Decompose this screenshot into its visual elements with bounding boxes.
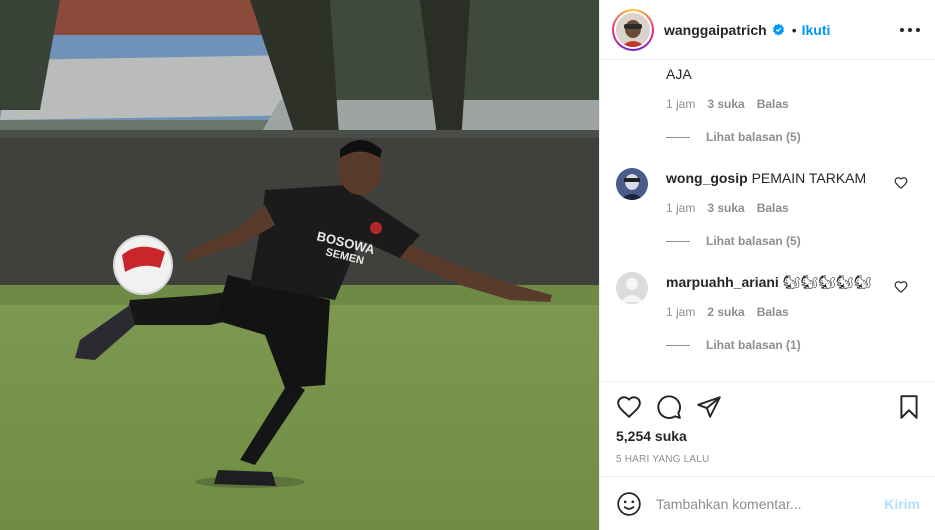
- comment-time[interactable]: 1 jam: [666, 201, 695, 215]
- comment-likes[interactable]: 3 suka: [707, 97, 744, 111]
- replies-divider: [666, 136, 690, 138]
- add-comment-bar: Kirim: [600, 476, 935, 530]
- comment-avatar[interactable]: [616, 168, 648, 200]
- header-separator: •: [791, 21, 797, 38]
- profile-person-icon: [616, 12, 650, 47]
- reply-button[interactable]: Balas: [757, 97, 789, 111]
- post-comment-button[interactable]: Kirim: [884, 496, 920, 512]
- comment-meta: 1 jam 2 suka Balas: [666, 305, 789, 319]
- view-replies-button[interactable]: Lihat balasan (5): [666, 234, 801, 248]
- more-options-icon[interactable]: [900, 20, 920, 40]
- reply-button[interactable]: Balas: [757, 305, 789, 319]
- bookmark-icon[interactable]: [896, 394, 922, 420]
- comment-text: AJA: [666, 66, 692, 82]
- comment-body: PEMAIN TARKAM: [751, 170, 867, 186]
- post-side-panel: wanggaipatrich • Ikuti AJA 1 jam 3 suka …: [599, 0, 935, 530]
- comment-text: marpuahh_ariani 🐿🐿🐿🐿🐿: [666, 274, 872, 291]
- comment-time[interactable]: 1 jam: [666, 305, 695, 319]
- comment-bubble-icon[interactable]: [656, 394, 682, 420]
- view-replies-label: Lihat balasan (5): [706, 234, 801, 248]
- verified-badge-icon: [772, 23, 784, 36]
- comment-username[interactable]: wong_gosip: [666, 170, 748, 186]
- post-header: wanggaipatrich • Ikuti: [600, 0, 935, 60]
- comments-list[interactable]: AJA 1 jam 3 suka Balas Lihat balasan (5): [600, 61, 935, 381]
- comment-meta: 1 jam 3 suka Balas: [666, 201, 789, 215]
- heart-icon[interactable]: [616, 394, 642, 420]
- post-actions: 5,254 suka 5 HARI YANG LALU: [600, 381, 935, 476]
- likes-count[interactable]: 5,254 suka: [616, 428, 687, 444]
- comment-like-heart-icon[interactable]: [894, 280, 908, 294]
- post-timestamp[interactable]: 5 HARI YANG LALU: [616, 454, 709, 465]
- football-player-photo: BOSOWA SEMEN: [0, 0, 599, 530]
- post-username[interactable]: wanggaipatrich: [664, 22, 767, 38]
- reply-button[interactable]: Balas: [757, 201, 789, 215]
- comment-body: 🐿🐿🐿🐿🐿: [782, 274, 872, 290]
- comment-text: wong_gosip PEMAIN TARKAM: [666, 170, 866, 186]
- comment-likes[interactable]: 2 suka: [707, 305, 744, 319]
- view-replies-label: Lihat balasan (1): [706, 338, 801, 352]
- default-profile-icon: [616, 272, 648, 304]
- comment-likes[interactable]: 3 suka: [707, 201, 744, 215]
- replies-divider: [666, 240, 690, 242]
- paper-plane-icon[interactable]: [696, 394, 722, 420]
- view-replies-label: Lihat balasan (5): [706, 130, 801, 144]
- comment-avatar[interactable]: [616, 272, 648, 304]
- post-photo[interactable]: BOSOWA SEMEN: [0, 0, 599, 530]
- follow-button[interactable]: Ikuti: [802, 22, 831, 38]
- comment-input[interactable]: [656, 495, 885, 512]
- replies-divider: [666, 344, 690, 346]
- emoji-smile-icon[interactable]: [616, 491, 642, 517]
- profile-person-icon: [616, 168, 648, 200]
- comment-meta: 1 jam 3 suka Balas: [666, 97, 789, 111]
- comment-like-heart-icon[interactable]: [894, 176, 908, 190]
- avatar-image: [616, 12, 650, 47]
- view-replies-button[interactable]: Lihat balasan (1): [666, 338, 801, 352]
- comment-username[interactable]: marpuahh_ariani: [666, 274, 779, 290]
- avatar[interactable]: [612, 8, 654, 51]
- comment-time[interactable]: 1 jam: [666, 97, 695, 111]
- view-replies-button[interactable]: Lihat balasan (5): [666, 130, 801, 144]
